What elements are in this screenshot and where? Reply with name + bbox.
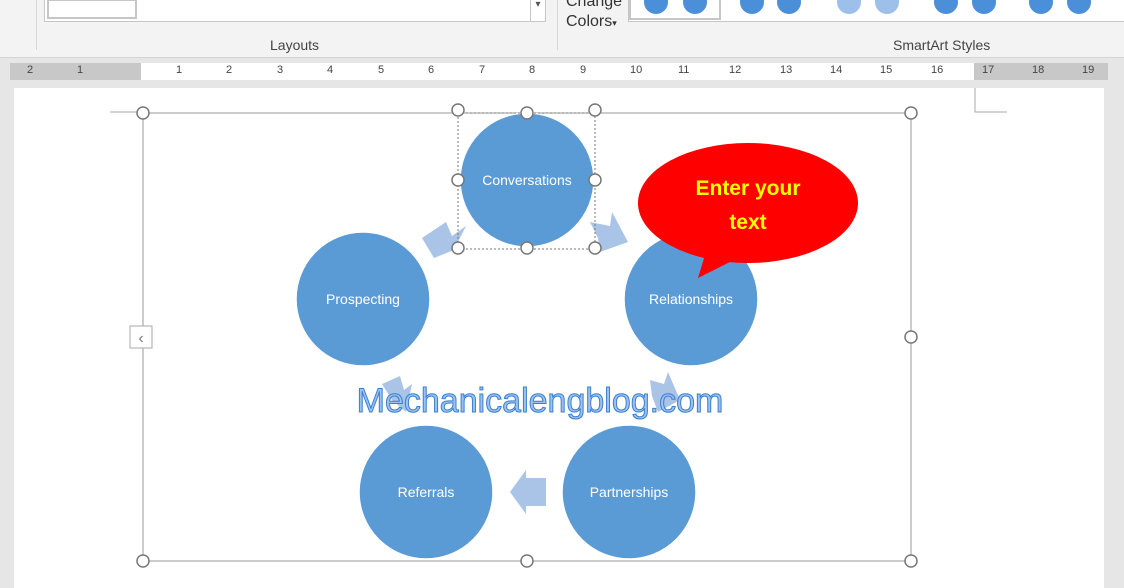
node-referrals[interactable]: Referrals [358, 424, 494, 560]
node-label: Referrals [398, 484, 455, 500]
watermark: Mechanicalengblog.com [357, 382, 724, 420]
smartart-canvas[interactable]: Conversations Relationships Partnerships Re… [0, 0, 1124, 584]
node-partnerships[interactable]: Partnerships [561, 424, 697, 560]
node-label: Conversations [482, 172, 572, 188]
arrow-icon [510, 470, 546, 514]
node-prospecting[interactable]: Prospecting [295, 231, 431, 367]
callout-text-line1: Enter your [695, 177, 800, 200]
node-conversations[interactable]: Conversations [459, 112, 595, 248]
chevron-left-icon[interactable]: ‹ [138, 330, 143, 347]
node-label: Relationships [649, 291, 733, 307]
node-label: Partnerships [590, 484, 669, 500]
node-label: Prospecting [326, 291, 400, 307]
callout-text-line2: text [729, 211, 766, 234]
